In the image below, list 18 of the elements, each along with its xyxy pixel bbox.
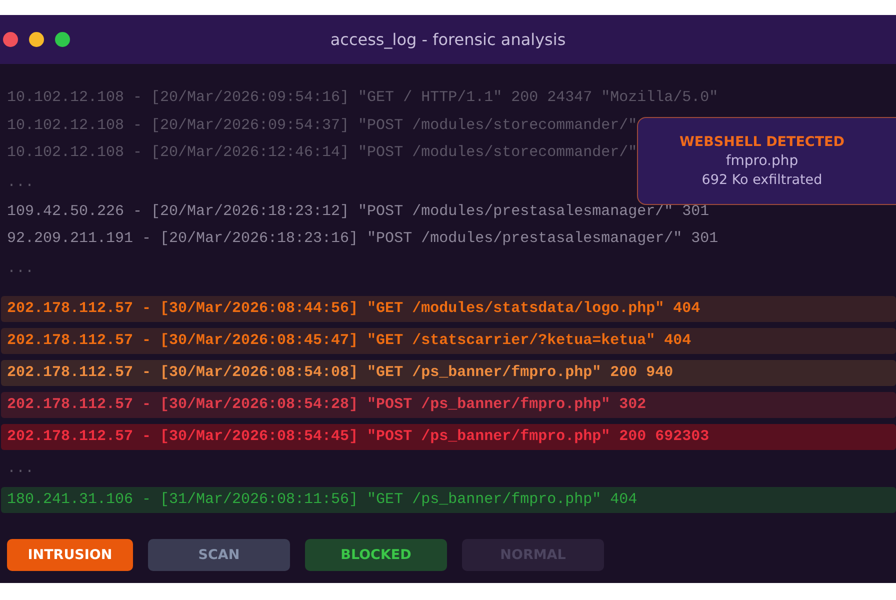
log-line: 10.102.12.108 - [20/Mar/2026:09:54:16] "GET / HTTP/1.1" 200 24347 "Mozilla/5.0" — [6, 88, 718, 108]
log-line: 109.42.50.226 - [20/Mar/2026:18:23:12] "POST /modules/prestasalesmanager/" 301 — [6, 202, 710, 222]
ellipsis-text: ... — [6, 172, 34, 192]
ellipsis-text: ... — [6, 458, 34, 478]
close-button[interactable] — [3, 32, 18, 47]
alert-detail: 692 Ko exfiltrated — [702, 172, 822, 188]
log-line: 92.209.211.191 - [20/Mar/2026:18:23:16] "POST /modules/prestasalesmanager/" 301 — [6, 229, 718, 249]
log-line: 10.102.12.108 - [20/Mar/2026:12:46:14] "POST /modules/storecommander/" — [6, 143, 638, 163]
window-title: access_log - forensic analysis — [330, 30, 566, 49]
minimize-button[interactable] — [29, 32, 44, 47]
legend-tag: SCAN — [148, 538, 290, 570]
alert-filename: fmpro.php — [726, 153, 798, 169]
legend-tag: BLOCKED — [305, 538, 447, 570]
legend-tag: INTRUSION — [7, 538, 133, 570]
log-line: 10.102.12.108 - [20/Mar/2026:09:54:37] "POST /modules/storecommander/" — [6, 116, 638, 136]
alert-title: WEBSHELL DETECTED — [680, 134, 844, 150]
ellipsis-text: ... — [6, 258, 34, 278]
maximize-button[interactable] — [55, 32, 70, 47]
